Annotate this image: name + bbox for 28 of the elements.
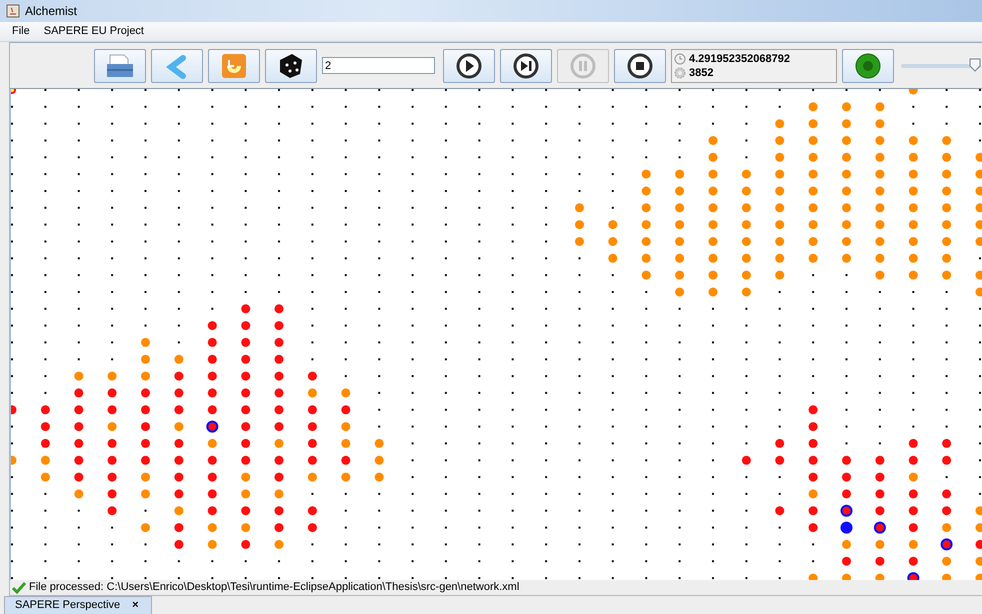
- run-button[interactable]: [842, 48, 894, 82]
- menu-item[interactable]: File: [12, 23, 30, 40]
- stop-button[interactable]: [614, 48, 666, 82]
- play-button[interactable]: [443, 48, 495, 82]
- step-forward-icon: [513, 52, 539, 78]
- stop-icon: [627, 52, 653, 78]
- pause-icon: [570, 52, 596, 78]
- dice-button[interactable]: [265, 48, 317, 82]
- close-button[interactable]: ×: [132, 597, 139, 614]
- document-icon: [104, 52, 136, 80]
- save-button[interactable]: [94, 48, 146, 82]
- status-message: File processed: C:\Users\Enrico\Desktop\Tesi\runtime-EclipseApplication\Thesis\src-gen\network.xml: [29, 580, 520, 596]
- clock-icon: [674, 52, 686, 64]
- gear-icon: [674, 66, 686, 78]
- app-icon: [6, 4, 20, 18]
- check-icon: [12, 582, 26, 594]
- tab-label: SAPERE Perspective: [15, 598, 120, 614]
- refresh-icon: [220, 52, 248, 80]
- go-icon: [855, 52, 881, 78]
- step-count: 3852: [689, 66, 714, 80]
- menu-item[interactable]: SAPERE EU Project: [44, 23, 144, 40]
- steps-field[interactable]: 2: [322, 57, 435, 74]
- perspective-tab[interactable]: SAPERE Perspective ×: [4, 596, 152, 614]
- slider-thumb[interactable]: [969, 58, 982, 72]
- step-button[interactable]: [500, 48, 552, 82]
- time-value: 4.291952352068792: [689, 52, 790, 66]
- play-icon: [456, 52, 482, 78]
- window-title: Alchemist: [25, 3, 78, 20]
